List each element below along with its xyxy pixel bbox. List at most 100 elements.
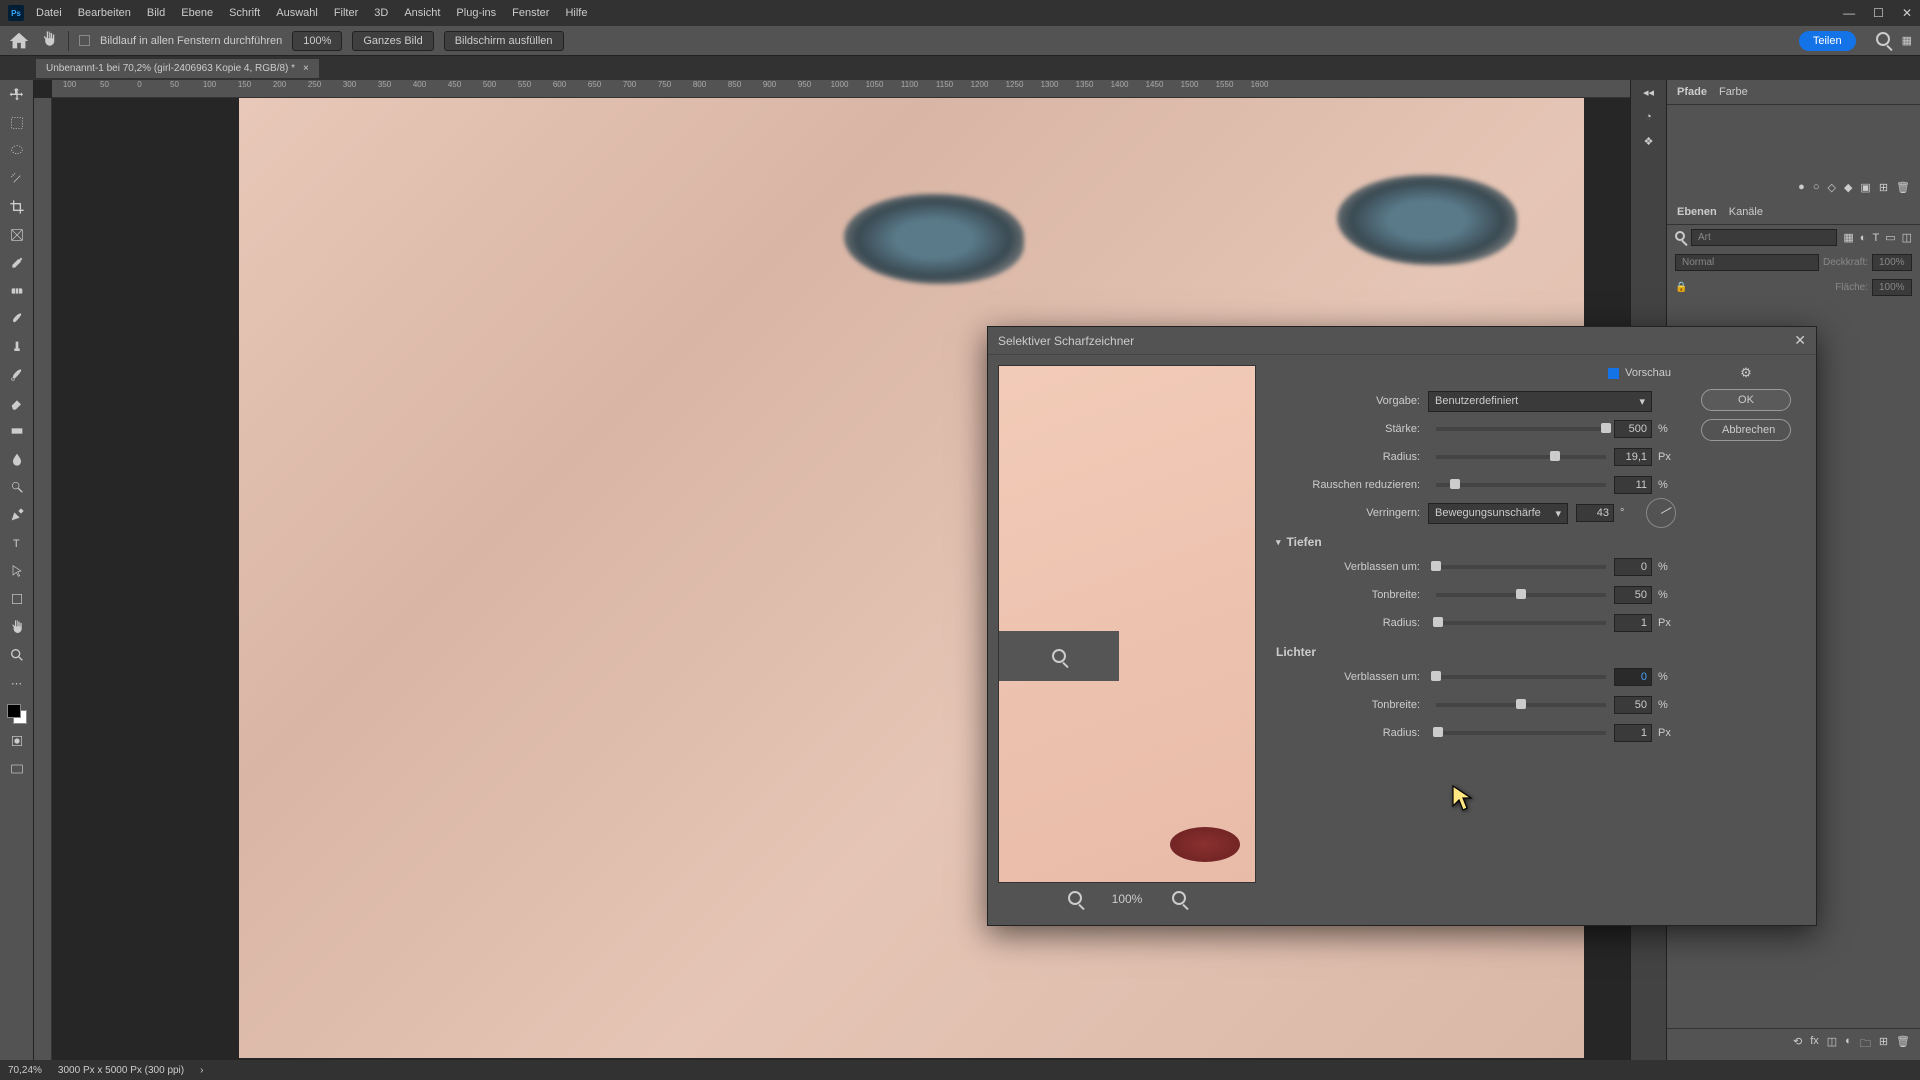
radius-slider[interactable]: [1436, 455, 1606, 459]
path-selection-icon[interactable]: ◇: [1827, 181, 1835, 194]
crop-tool[interactable]: [5, 196, 29, 218]
delete-path-icon[interactable]: 🗑: [1896, 181, 1910, 194]
dodge-tool[interactable]: [5, 476, 29, 498]
fill-value[interactable]: 100%: [1872, 279, 1912, 296]
screenmode-icon[interactable]: [5, 758, 29, 780]
angle-dial[interactable]: [1646, 498, 1676, 528]
close-tab-icon[interactable]: ×: [303, 63, 309, 74]
radius-input[interactable]: 19,1: [1614, 448, 1652, 466]
tab-channels[interactable]: Kanäle: [1729, 206, 1763, 218]
menu-layer[interactable]: Ebene: [181, 7, 213, 19]
path-select-tool[interactable]: [5, 560, 29, 582]
tab-color[interactable]: Farbe: [1719, 86, 1748, 98]
gradient-tool[interactable]: [5, 420, 29, 442]
status-docinfo[interactable]: 3000 Px x 5000 Px (300 ppi): [58, 1065, 184, 1076]
quickmask-icon[interactable]: [5, 730, 29, 752]
zoom-tool[interactable]: [5, 644, 29, 666]
tab-paths[interactable]: Pfade: [1677, 86, 1707, 98]
window-minimize-icon[interactable]: —: [1843, 6, 1855, 20]
status-chevron-icon[interactable]: ›: [200, 1065, 203, 1076]
share-button[interactable]: Teilen: [1799, 31, 1856, 51]
preview-zoom-overlay[interactable]: [999, 631, 1119, 681]
panel-icon-2[interactable]: ❖: [1644, 135, 1654, 148]
document-tab[interactable]: Unbenannt-1 bei 70,2% (girl-2406963 Kopi…: [36, 59, 319, 78]
dialog-titlebar[interactable]: Selektiver Scharfzeichner ✕: [988, 327, 1816, 355]
shadow-radius-input[interactable]: 1: [1614, 614, 1652, 632]
eraser-tool[interactable]: [5, 392, 29, 414]
blur-tool[interactable]: [5, 448, 29, 470]
status-zoom[interactable]: 70,24%: [8, 1065, 42, 1076]
window-maximize-icon[interactable]: ☐: [1873, 6, 1884, 20]
blend-mode-dropdown[interactable]: Normal: [1675, 254, 1819, 271]
new-layer-icon[interactable]: ⊞: [1879, 1035, 1888, 1054]
path-outline-icon[interactable]: ○: [1813, 181, 1820, 194]
move-tool[interactable]: [5, 84, 29, 106]
shadow-radius-slider[interactable]: [1436, 621, 1606, 625]
menu-3d[interactable]: 3D: [374, 7, 388, 19]
filter-pixel-icon[interactable]: ▦: [1843, 231, 1853, 244]
dialog-close-icon[interactable]: ✕: [1794, 332, 1806, 349]
color-swatches[interactable]: [7, 704, 27, 724]
noise-slider[interactable]: [1436, 483, 1606, 487]
shadow-fade-input[interactable]: 0: [1614, 558, 1652, 576]
menu-edit[interactable]: Bearbeiten: [78, 7, 131, 19]
ok-button[interactable]: OK: [1701, 389, 1791, 411]
hand-tool[interactable]: [5, 616, 29, 638]
path-fill-icon[interactable]: ●: [1798, 181, 1805, 194]
link-layers-icon[interactable]: ⟲: [1793, 1035, 1802, 1054]
scroll-all-checkbox[interactable]: [79, 35, 90, 46]
type-tool[interactable]: T: [5, 532, 29, 554]
menu-type[interactable]: Schrift: [229, 7, 260, 19]
menu-filter[interactable]: Filter: [334, 7, 358, 19]
brush-tool[interactable]: [5, 308, 29, 330]
shadow-fade-slider[interactable]: [1436, 565, 1606, 569]
lasso-tool[interactable]: [5, 140, 29, 162]
edit-toolbar-icon[interactable]: ⋯: [5, 672, 29, 694]
layer-group-icon[interactable]: 🗀: [1860, 1035, 1871, 1054]
menu-select[interactable]: Auswahl: [276, 7, 318, 19]
shadow-tonal-input[interactable]: 50: [1614, 586, 1652, 604]
opacity-value[interactable]: 100%: [1872, 254, 1912, 271]
marquee-tool[interactable]: [5, 112, 29, 134]
filter-type-icon[interactable]: T: [1872, 232, 1879, 244]
menu-help[interactable]: Hilfe: [565, 7, 587, 19]
stamp-tool[interactable]: [5, 336, 29, 358]
tab-layers[interactable]: Ebenen: [1677, 206, 1717, 218]
frame-tool[interactable]: [5, 224, 29, 246]
fill-screen-button[interactable]: Bildschirm ausfüllen: [444, 31, 564, 51]
filter-adjust-icon[interactable]: ◐: [1860, 232, 1867, 244]
panel-icon-1[interactable]: ◔: [1645, 111, 1652, 123]
eyedropper-tool[interactable]: [5, 252, 29, 274]
layer-filter-dropdown[interactable]: Art: [1691, 229, 1837, 246]
dialog-settings-icon[interactable]: ⚙: [1740, 365, 1752, 381]
highlight-fade-slider[interactable]: [1436, 675, 1606, 679]
adjustment-layer-icon[interactable]: ◐: [1845, 1035, 1852, 1054]
highlight-tonal-input[interactable]: 50: [1614, 696, 1652, 714]
delete-layer-icon[interactable]: 🗑: [1896, 1035, 1910, 1054]
layer-fx-icon[interactable]: fx: [1810, 1035, 1819, 1054]
heal-tool[interactable]: [5, 280, 29, 302]
zoom-out-icon[interactable]: [1068, 891, 1082, 908]
home-icon[interactable]: [8, 30, 30, 52]
pen-tool[interactable]: [5, 504, 29, 526]
strength-input[interactable]: 500: [1614, 420, 1652, 438]
menu-image[interactable]: Bild: [147, 7, 165, 19]
zoom-in-icon[interactable]: [1172, 891, 1186, 908]
hand-tool-icon[interactable]: [40, 30, 58, 51]
filter-smart-icon[interactable]: ◫: [1902, 231, 1912, 244]
menu-plugins[interactable]: Plug-ins: [456, 7, 496, 19]
fit-whole-button[interactable]: Ganzes Bild: [352, 31, 433, 51]
workspace-icon[interactable]: ▦: [1902, 34, 1912, 47]
shadow-tonal-slider[interactable]: [1436, 593, 1606, 597]
menu-window[interactable]: Fenster: [512, 7, 549, 19]
highlight-fade-input[interactable]: 0: [1614, 668, 1652, 686]
highlights-section-header[interactable]: Lichter: [1268, 637, 1806, 663]
window-close-icon[interactable]: ✕: [1902, 6, 1912, 20]
wand-tool[interactable]: [5, 168, 29, 190]
path-mask-icon[interactable]: ▣: [1860, 181, 1870, 194]
dialog-preview[interactable]: [998, 365, 1256, 883]
cancel-button[interactable]: Abbrechen: [1701, 419, 1791, 441]
highlight-radius-slider[interactable]: [1436, 731, 1606, 735]
noise-input[interactable]: 11: [1614, 476, 1652, 494]
layer-mask-icon[interactable]: ◫: [1827, 1035, 1837, 1054]
